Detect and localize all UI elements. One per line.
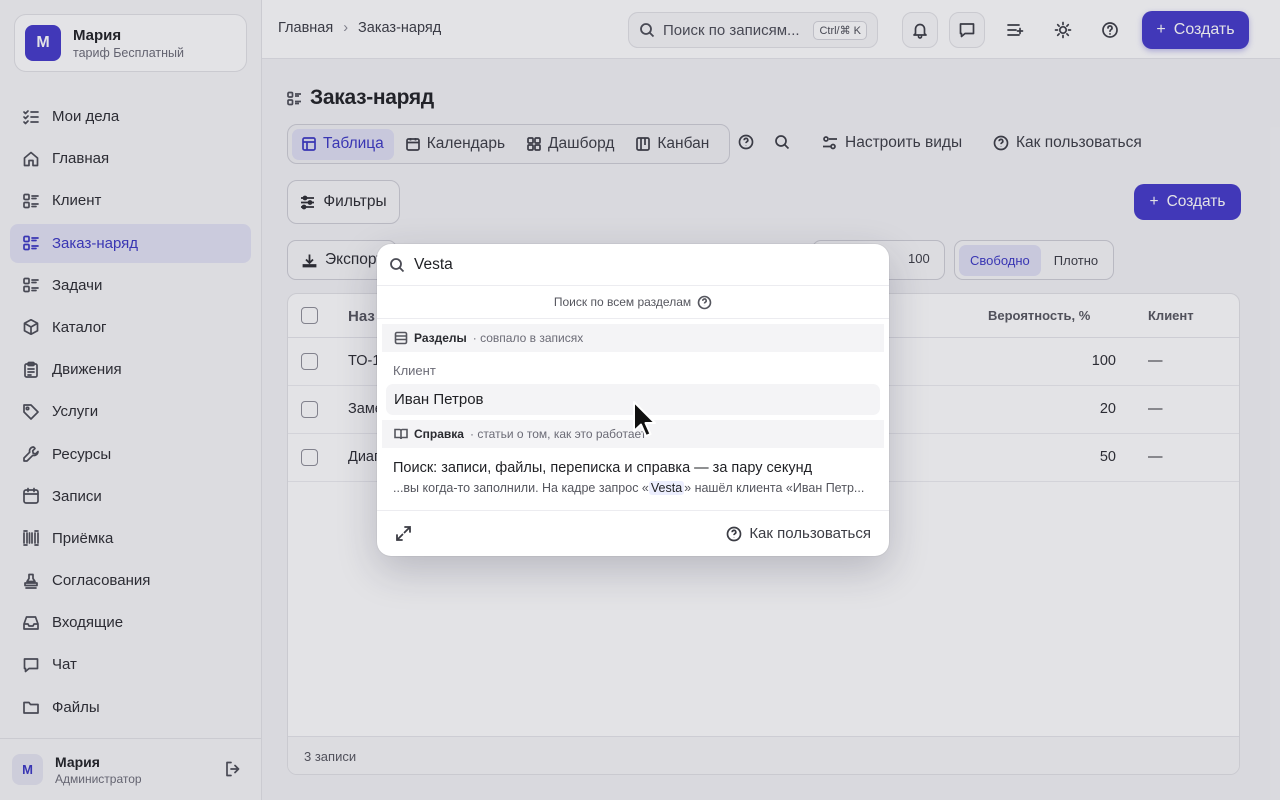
modal-search-input[interactable] xyxy=(414,255,854,274)
search-scope-label: Поиск по всем разделам xyxy=(553,295,692,309)
section-title: Разделы xyxy=(414,331,467,345)
book-icon xyxy=(394,428,408,440)
help-article-link[interactable]: Поиск: записи, файлы, переписка и справк… xyxy=(393,460,812,476)
result-group-label: Клиент xyxy=(393,363,436,378)
modal-search-bar xyxy=(377,244,889,286)
search-result-label: Иван Петров xyxy=(394,391,484,408)
help-article-snippet: ...вы когда-то заполнили. На кадре запро… xyxy=(393,481,877,495)
section-header-sections: Разделы · совпало в записях xyxy=(382,324,884,352)
help-icon xyxy=(726,526,742,541)
section-subtitle: · совпало в записях xyxy=(472,331,584,345)
mouse-cursor-icon xyxy=(633,401,656,437)
help-icon[interactable] xyxy=(697,295,712,310)
section-title: Справка xyxy=(414,427,464,441)
modal-how-to-use-link[interactable]: Как пользоваться xyxy=(726,525,871,542)
expand-icon[interactable] xyxy=(395,525,412,542)
database-icon xyxy=(394,331,408,345)
modal-footer: Как пользоваться xyxy=(377,510,889,556)
snippet-text: » нашёл клиента «Иван Петр... xyxy=(684,481,865,495)
snippet-highlight: Vesta xyxy=(648,481,685,495)
search-icon xyxy=(390,257,405,272)
snippet-text: ...вы когда-то заполнили. На кадре запро… xyxy=(393,481,649,495)
section-subtitle: · статьи о том, как это работает xyxy=(469,427,647,441)
search-scope: Поиск по всем разделам xyxy=(377,286,889,319)
how-to-use-label: Как пользоваться xyxy=(749,525,871,542)
